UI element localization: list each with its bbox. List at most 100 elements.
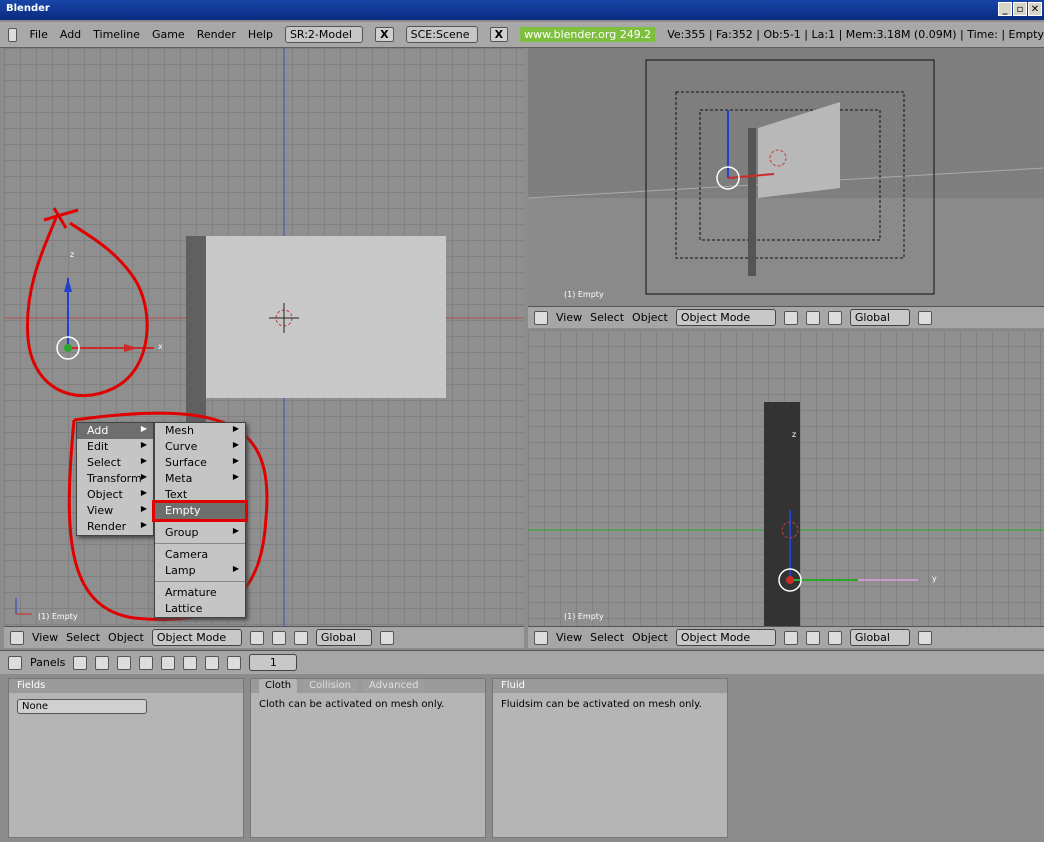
- scene-icon[interactable]: [183, 655, 198, 670]
- layers-icon[interactable]: [917, 310, 932, 325]
- menu-item-lamp[interactable]: Lamp ▶: [155, 563, 245, 579]
- menu-file[interactable]: File: [29, 28, 47, 41]
- viewport-front-label: (1) Empty: [38, 612, 78, 621]
- scene-name: SCE:Scene: [410, 28, 470, 41]
- menu-item-transform[interactable]: Transform ▶: [77, 471, 153, 487]
- menu-item-edit[interactable]: Edit ▶: [77, 439, 153, 455]
- plane-object: [206, 236, 446, 398]
- frame-field[interactable]: 1: [249, 654, 298, 671]
- menu-view[interactable]: View: [32, 631, 58, 644]
- menu-item-mesh[interactable]: Mesh ▶: [155, 423, 245, 439]
- window-type-icon[interactable]: [10, 630, 24, 645]
- fields-panel-header[interactable]: Fields: [9, 679, 243, 693]
- menu-item-view[interactable]: View ▶: [77, 503, 153, 519]
- mode-selector[interactable]: Object Mode: [151, 629, 242, 646]
- fluid-panel: Fluid Fluidsim can be activated on mesh …: [492, 678, 728, 838]
- maximize-button[interactable]: ▫: [1013, 2, 1027, 16]
- menu-item-text[interactable]: Text: [155, 487, 245, 503]
- minimize-button[interactable]: _: [998, 2, 1012, 16]
- tab-cloth[interactable]: Cloth: [259, 679, 298, 693]
- scene-delete-button[interactable]: X: [489, 27, 509, 42]
- particles-icon[interactable]: [227, 655, 242, 670]
- main-menu-bar: File Add Timeline Game Render Help SR:2-…: [0, 22, 1044, 48]
- blender-url[interactable]: www.blender.org 249.2: [520, 27, 656, 42]
- axis-z-label: z: [792, 430, 797, 439]
- menu-item-armature[interactable]: Armature: [155, 585, 245, 601]
- manipulator-icon[interactable]: [271, 630, 286, 645]
- menu-item-surface[interactable]: Surface ▶: [155, 455, 245, 471]
- menu-timeline[interactable]: Timeline: [93, 28, 140, 41]
- menu-item-empty[interactable]: Empty: [152, 500, 248, 522]
- tab-collision[interactable]: Collision: [303, 679, 358, 693]
- mode-selector[interactable]: Object Mode: [675, 629, 776, 646]
- menu-item-group[interactable]: Group ▶: [155, 525, 245, 541]
- object-icon[interactable]: [139, 655, 154, 670]
- menu-item-select[interactable]: Select ▶: [77, 455, 153, 471]
- axis-x-label: x: [158, 342, 163, 351]
- screen-delete-button[interactable]: X: [375, 27, 394, 42]
- screen-selector[interactable]: SR:2-Model: [284, 26, 364, 43]
- menu-item-add[interactable]: Add ▶: [77, 423, 153, 439]
- pole-object: [748, 128, 756, 276]
- annotation-circle-gizmo: [25, 217, 149, 398]
- fluid-panel-header[interactable]: Fluid: [493, 679, 727, 693]
- menu-object[interactable]: Object: [108, 631, 144, 644]
- menu-item-camera[interactable]: Camera: [155, 547, 245, 563]
- hand-icon[interactable]: [827, 310, 842, 325]
- menu-separator: [155, 521, 245, 523]
- window-type-icon[interactable]: [534, 630, 548, 645]
- close-window-button[interactable]: ✕: [1028, 2, 1042, 16]
- orientation-selector[interactable]: Global: [315, 629, 372, 646]
- manipulator-icon[interactable]: [805, 630, 820, 645]
- manipulator-icon[interactable]: [805, 310, 820, 325]
- pivot-icon[interactable]: [783, 310, 798, 325]
- shading-icon[interactable]: [117, 655, 132, 670]
- panels-menu[interactable]: Panels: [30, 656, 65, 669]
- menu-item-meta[interactable]: Meta ▶: [155, 471, 245, 487]
- editing-icon[interactable]: [161, 655, 176, 670]
- menu-item-object[interactable]: Object ▶: [77, 487, 153, 503]
- menu-help[interactable]: Help: [248, 28, 273, 41]
- pivot-icon[interactable]: [783, 630, 798, 645]
- menu-view[interactable]: View: [556, 311, 582, 324]
- window-type-icon[interactable]: [8, 655, 22, 670]
- orientation-selector[interactable]: Global: [849, 309, 910, 326]
- viewport-camera-scene: [528, 59, 1044, 306]
- layers-icon[interactable]: [379, 630, 394, 645]
- axis-y-label: y: [932, 574, 937, 583]
- scene-selector[interactable]: SCE:Scene: [405, 26, 478, 43]
- menu-object[interactable]: Object: [632, 311, 668, 324]
- menu-select[interactable]: Select: [590, 631, 624, 644]
- fields-panel: Fields None: [8, 678, 244, 838]
- menu-view[interactable]: View: [556, 631, 582, 644]
- mode-selector[interactable]: Object Mode: [675, 309, 776, 326]
- orientation-selector[interactable]: Global: [849, 629, 910, 646]
- viewport-side[interactable]: z y (1) Empty: [528, 330, 1044, 626]
- physics-icon[interactable]: [205, 655, 220, 670]
- layers-icon[interactable]: [917, 630, 932, 645]
- buttons-window-header: Panels 1: [0, 650, 1044, 674]
- menu-item-render[interactable]: Render ▶: [77, 519, 153, 535]
- pivot-icon[interactable]: [249, 630, 264, 645]
- menu-add[interactable]: Add: [60, 28, 81, 41]
- menu-item-curve[interactable]: Curve ▶: [155, 439, 245, 455]
- menu-select[interactable]: Select: [590, 311, 624, 324]
- viewport-front[interactable]: z x (1) Empty Add ▶ Edit ▶ Select ▶ Transfo…: [4, 48, 524, 626]
- window-title-bar: Blender _ ▫ ✕: [0, 0, 1044, 20]
- logic-icon[interactable]: [73, 655, 88, 670]
- hand-icon[interactable]: [827, 630, 842, 645]
- menu-game[interactable]: Game: [152, 28, 185, 41]
- menu-item-lattice[interactable]: Lattice: [155, 601, 245, 617]
- hand-icon[interactable]: [293, 630, 308, 645]
- menu-object[interactable]: Object: [632, 631, 668, 644]
- fields-type-select[interactable]: None: [17, 699, 147, 714]
- tab-advanced[interactable]: Advanced: [363, 679, 425, 693]
- info-window-type-icon[interactable]: [8, 27, 18, 42]
- window-type-icon[interactable]: [534, 310, 548, 325]
- viewport-side-header: View Select Object Object Mode Global: [528, 626, 1044, 648]
- viewport-side-scene: [528, 402, 1044, 626]
- menu-render[interactable]: Render: [197, 28, 236, 41]
- viewport-camera[interactable]: (1) Empty: [528, 48, 1044, 306]
- menu-select[interactable]: Select: [66, 631, 100, 644]
- script-icon[interactable]: [95, 655, 110, 670]
